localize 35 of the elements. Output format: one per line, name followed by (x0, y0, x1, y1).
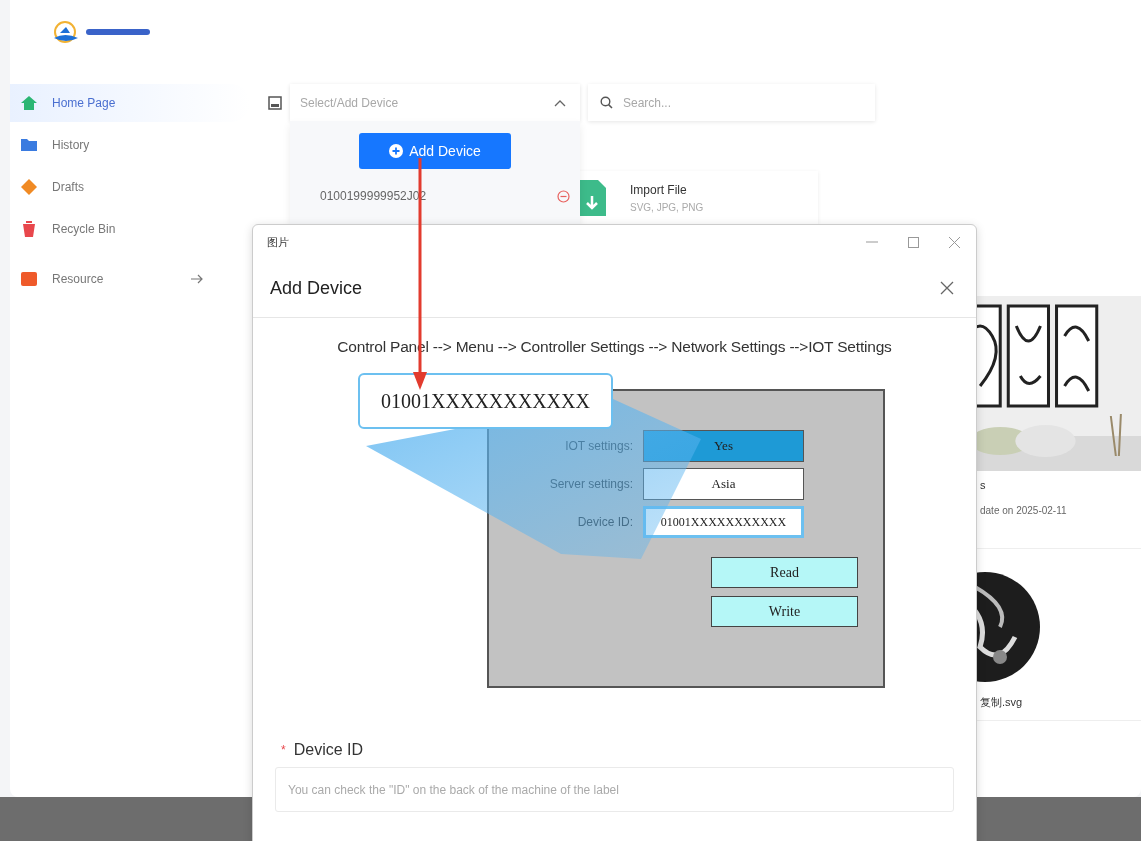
card-title: Import File (630, 182, 688, 197)
card-subtitle: SVG, JPG, PNG (630, 201, 704, 213)
plus-icon (389, 144, 404, 158)
close-icon[interactable] (949, 236, 960, 248)
device-select[interactable]: Select/Add Device (290, 84, 580, 121)
close-icon[interactable] (940, 281, 954, 295)
callout-label: 01001XXXXXXXXXXX (358, 373, 613, 429)
caret-icon (554, 98, 566, 107)
search-icon (600, 96, 613, 109)
sidebar-item[interactable]: History (10, 126, 250, 164)
sidebar-item[interactable]: Recycle Bin (10, 210, 250, 248)
field-label: Device ID (293, 741, 364, 759)
arrow-right-icon[interactable] (190, 274, 204, 284)
search-field[interactable]: Search... (588, 84, 875, 121)
sidebar-item[interactable]: Resource (10, 260, 250, 298)
device-id-input[interactable]: You can check the "ID" on the back of the machine of the label (275, 767, 954, 812)
add-device-button[interactable]: Add Device (359, 133, 511, 169)
trash-icon (20, 220, 38, 238)
card-date: date on 2025-02-11 (979, 505, 1068, 516)
sidebar-item[interactable]: Drafts (10, 168, 250, 206)
card-title: 复制.svg (979, 695, 1024, 710)
import-card[interactable]: Import File SVG, JPG, PNG (568, 171, 818, 224)
folder-icon (20, 136, 38, 154)
card-title: s (979, 479, 987, 491)
house-icon (20, 94, 38, 112)
window-title: 图片 (267, 234, 289, 250)
box-icon (20, 270, 38, 288)
field-label: Server settings: (548, 477, 633, 491)
dialog-title: Add Device (270, 277, 363, 299)
field-label: Device ID: (576, 515, 633, 529)
project-card[interactable]: s date on 2025-02-11 (960, 296, 1141, 549)
maximize-icon[interactable] (908, 236, 919, 248)
device-icon (268, 95, 282, 110)
remove-icon[interactable] (557, 189, 570, 203)
required-mark: * (281, 743, 286, 757)
